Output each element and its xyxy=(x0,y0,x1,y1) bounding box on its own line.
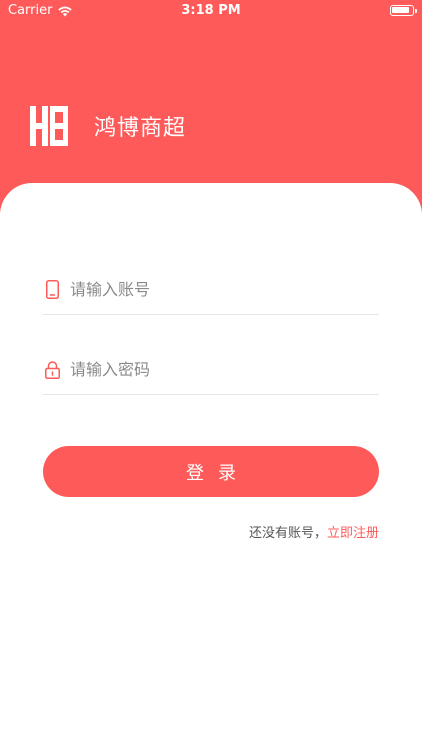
account-field xyxy=(43,265,379,315)
password-field xyxy=(43,345,379,395)
lock-icon xyxy=(43,360,61,380)
brand: 鸿博商超 xyxy=(30,106,186,146)
register-hint: 还没有账号， xyxy=(248,526,327,541)
status-right xyxy=(390,5,417,16)
status-bar: Carrier 3:18 PM xyxy=(0,0,422,22)
status-time: 3:18 PM xyxy=(181,3,241,18)
register-row: 还没有账号， 立即注册 xyxy=(249,522,379,541)
password-input[interactable] xyxy=(70,360,360,379)
brand-name: 鸿博商超 xyxy=(94,116,187,141)
hb-logo-icon xyxy=(30,106,68,146)
phone-icon xyxy=(43,280,61,300)
battery-icon xyxy=(390,5,417,16)
register-link[interactable]: 立即注册 xyxy=(327,522,379,541)
login-button[interactable]: 登录 xyxy=(43,446,379,497)
account-input[interactable] xyxy=(70,280,360,299)
